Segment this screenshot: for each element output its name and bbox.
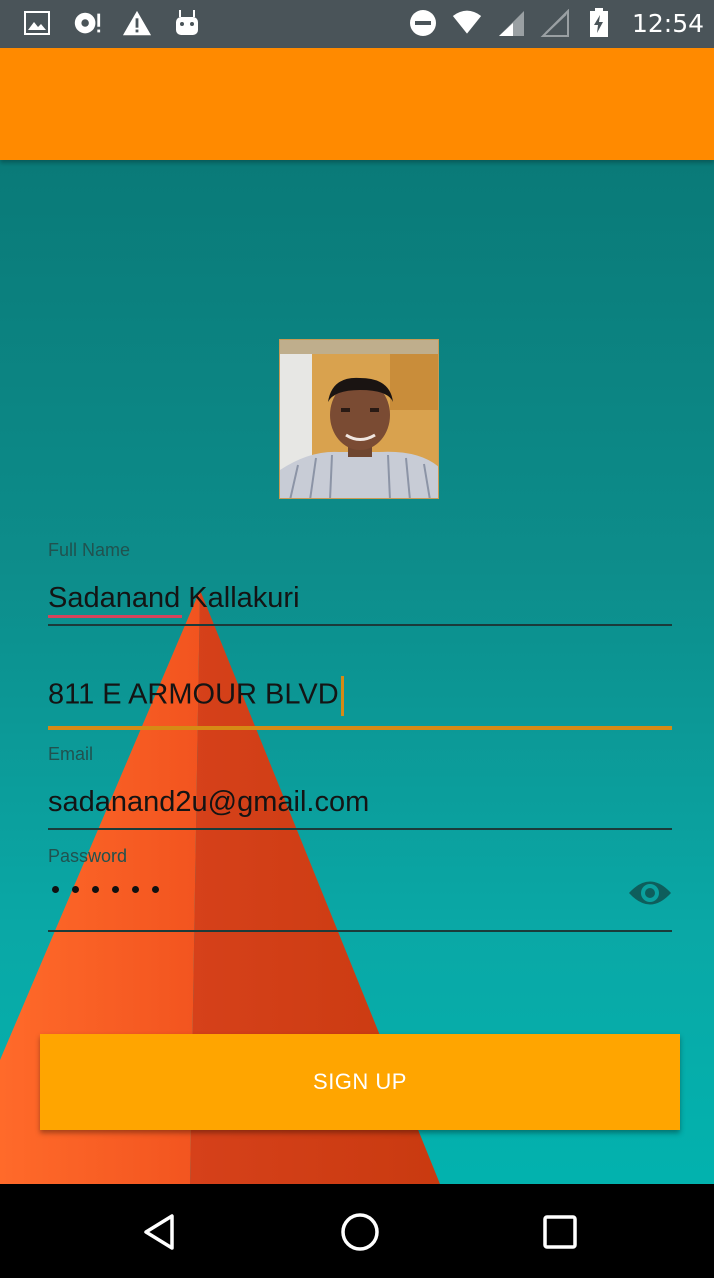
navigation-bar bbox=[0, 1184, 714, 1278]
battery-charging-icon bbox=[584, 8, 614, 38]
text-cursor bbox=[340, 676, 344, 716]
back-icon[interactable] bbox=[136, 1208, 184, 1256]
sign-up-button-label: SIGN UP bbox=[313, 1069, 407, 1094]
signal-empty-icon bbox=[540, 8, 570, 38]
password-dot bbox=[112, 886, 119, 893]
clock: 12:54 bbox=[631, 8, 704, 38]
password-input[interactable] bbox=[52, 886, 159, 893]
address-field[interactable]: 811 E ARMOUR BLVD bbox=[48, 670, 672, 732]
android-icon bbox=[172, 8, 202, 38]
email-field[interactable]: Email sadanand2u@gmail.com bbox=[48, 744, 672, 832]
home-icon[interactable] bbox=[336, 1208, 384, 1256]
wifi-icon bbox=[452, 8, 482, 38]
email-input[interactable]: sadanand2u@gmail.com bbox=[48, 786, 369, 819]
password-underline bbox=[48, 930, 672, 932]
full-name-underline bbox=[48, 624, 672, 626]
password-dot bbox=[52, 886, 59, 893]
password-dot bbox=[132, 886, 139, 893]
avatar-image bbox=[280, 340, 438, 498]
email-label: Email bbox=[48, 744, 94, 764]
address-input[interactable]: 811 E ARMOUR BLVD bbox=[48, 676, 344, 716]
password-dot bbox=[92, 886, 99, 893]
signup-form-screen: Full Name Sadanand Kallakuri 811 E ARMOU… bbox=[0, 160, 714, 1184]
warning-icon bbox=[122, 8, 152, 38]
do-not-disturb-icon bbox=[408, 8, 438, 38]
full-name-field[interactable]: Full Name Sadanand Kallakuri bbox=[48, 540, 672, 630]
sync-icon bbox=[72, 8, 102, 38]
app-bar bbox=[0, 48, 714, 160]
sign-up-button[interactable]: SIGN UP bbox=[40, 1034, 680, 1130]
full-name-input[interactable]: Sadanand Kallakuri bbox=[48, 582, 300, 615]
image-icon bbox=[22, 8, 52, 38]
password-dot bbox=[152, 886, 159, 893]
full-name-label: Full Name bbox=[48, 540, 131, 560]
profile-photo[interactable] bbox=[279, 339, 439, 499]
signal-icon bbox=[496, 8, 526, 38]
recents-icon[interactable] bbox=[536, 1208, 584, 1256]
email-underline bbox=[48, 828, 672, 830]
password-dot bbox=[72, 886, 79, 893]
password-label: Password bbox=[48, 846, 128, 866]
password-field[interactable]: Password bbox=[48, 846, 672, 934]
address-underline bbox=[48, 726, 672, 730]
status-bar: 12:54 bbox=[0, 0, 714, 48]
spellcheck-underline bbox=[48, 615, 182, 618]
eye-icon[interactable] bbox=[628, 878, 672, 908]
address-input-text: 811 E ARMOUR BLVD bbox=[48, 678, 339, 711]
